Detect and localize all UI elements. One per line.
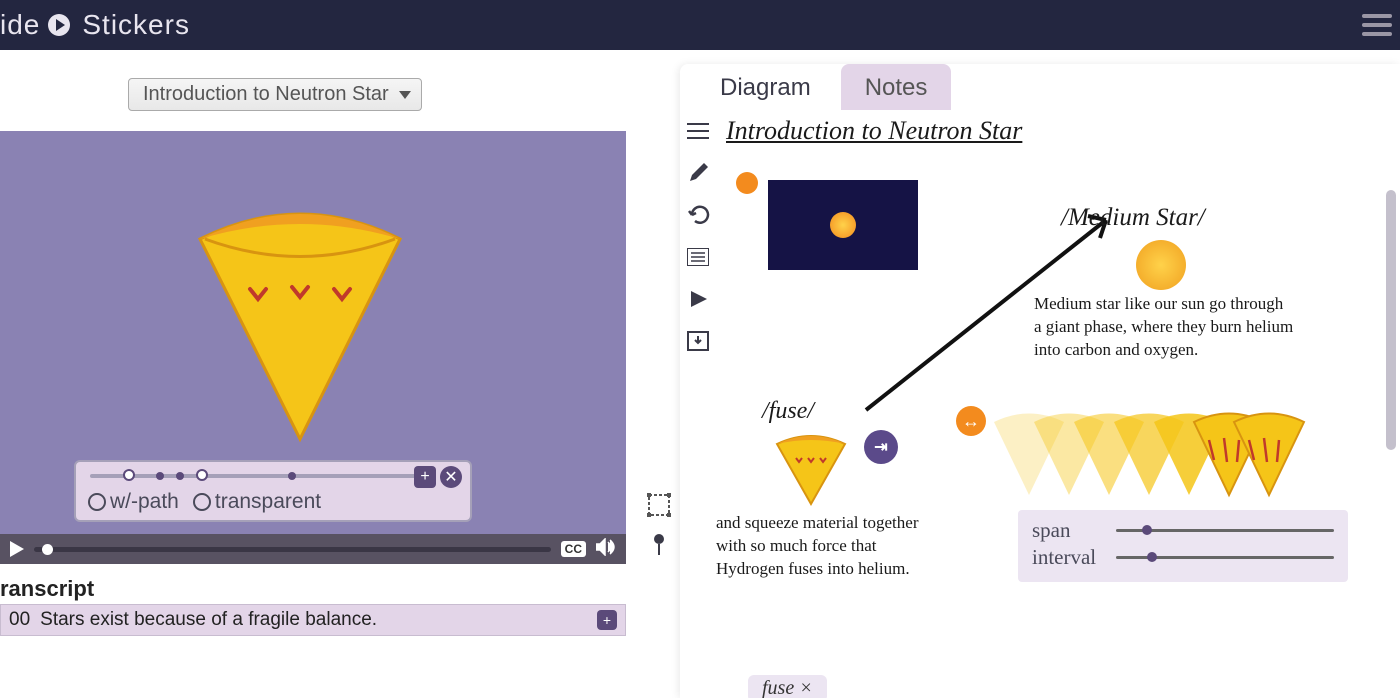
marker-dot[interactable] — [736, 172, 758, 194]
video-select-dropdown[interactable]: Introduction to Neutron Star — [128, 78, 422, 111]
transcript-text: Stars exist because of a fragile balance… — [40, 609, 377, 631]
canvas-scrollbar[interactable] — [1386, 190, 1396, 450]
app-title-part2: Stickers — [82, 9, 190, 41]
transcript-heading: ranscript — [0, 564, 638, 604]
transcript-time: 00 — [9, 609, 30, 631]
play-tool[interactable] — [685, 286, 711, 312]
pencil-tool[interactable] — [685, 160, 711, 186]
wpath-radio[interactable]: w/-path — [88, 490, 179, 514]
video-thumbnail[interactable] — [768, 180, 918, 270]
outline-tool[interactable] — [685, 118, 711, 144]
play-button[interactable] — [10, 541, 24, 557]
tab-diagram[interactable]: Diagram — [696, 64, 835, 110]
seek-slider[interactable] — [34, 547, 551, 552]
volume-icon[interactable] — [596, 538, 616, 561]
interval-label: interval — [1032, 545, 1102, 570]
medium-star-note: Medium star like our sun go through a gi… — [1034, 293, 1294, 362]
cc-toggle[interactable]: CC — [561, 541, 586, 557]
menu-button[interactable] — [1362, 14, 1392, 36]
app-title-part1: ide — [0, 9, 40, 41]
video-playbar: CC — [0, 534, 626, 564]
undo-button[interactable] — [685, 202, 711, 228]
interval-slider[interactable] — [1116, 556, 1334, 559]
span-control-panel: span interval — [1018, 510, 1348, 582]
chevron-down-icon — [399, 91, 411, 99]
diagram-canvas[interactable]: Introduction to Neutron Star /Medium Sta… — [716, 110, 1400, 698]
fuse-note: and squeeze material together with so mu… — [716, 512, 946, 581]
video-frame-graphic — [180, 179, 420, 449]
sticker-timeline[interactable] — [90, 474, 420, 478]
link-forward-button[interactable]: ⇥ — [864, 430, 898, 464]
transparent-radio[interactable]: transparent — [193, 490, 321, 514]
tab-notes[interactable]: Notes — [841, 64, 952, 110]
sticker-overlay-bar: + ✕ w/-path transparent — [74, 460, 472, 522]
fuse-label: /fuse/ — [762, 398, 814, 425]
span-label: span — [1032, 518, 1102, 543]
group-select-tool[interactable] — [646, 492, 672, 518]
add-sticker-button[interactable]: + — [414, 466, 436, 488]
list-tool[interactable] — [685, 244, 711, 270]
note-title: Introduction to Neutron Star — [726, 116, 1022, 146]
close-overlay-button[interactable]: ✕ — [440, 466, 462, 488]
medium-star-graphic[interactable] — [1136, 240, 1186, 290]
span-handle-button[interactable]: ↔ — [956, 406, 986, 436]
dropdown-label: Introduction to Neutron Star — [143, 83, 389, 106]
pin-tool[interactable] — [646, 532, 672, 558]
span-slider[interactable] — [1116, 529, 1334, 532]
sun-icon — [830, 212, 856, 238]
multi-slice-graphic[interactable] — [984, 400, 1334, 500]
fuse-chip[interactable]: fuse × — [748, 675, 827, 698]
transcript-line[interactable]: 00 Stars exist because of a fragile bala… — [0, 604, 626, 636]
play-logo-icon — [48, 14, 70, 36]
medium-star-label: /Medium Star/ — [1061, 204, 1205, 232]
fuse-graphic[interactable] — [772, 426, 850, 506]
video-stage: + ✕ w/-path transparent — [0, 131, 626, 534]
add-transcript-button[interactable]: + — [597, 610, 617, 630]
download-tool[interactable] — [685, 328, 711, 354]
